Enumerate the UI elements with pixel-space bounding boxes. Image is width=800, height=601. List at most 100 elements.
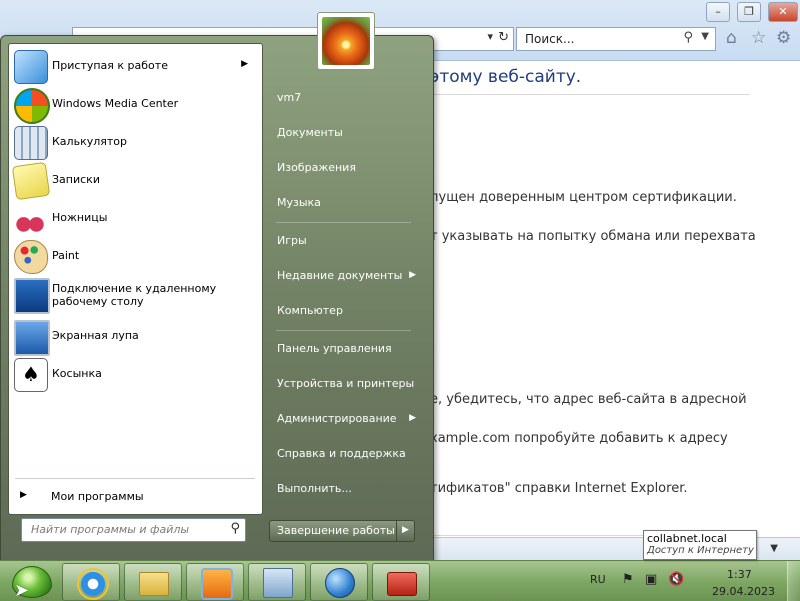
program-media-center[interactable]: Windows Media Center (9, 85, 262, 124)
refresh-icon[interactable]: ↻ (498, 30, 509, 45)
snipping-tool-icon (14, 202, 46, 234)
submenu-arrow-icon: ▶ (409, 413, 416, 423)
taskbar: RU ⚑ ▣ 🔇 1:37 29.04.2023 (0, 560, 800, 601)
link-documents[interactable]: Документы (262, 119, 422, 147)
browser-search-box[interactable]: Поиск... ⚲ ▼ (516, 27, 716, 51)
shutdown-button[interactable]: Завершение работы (269, 520, 399, 542)
program-sticky-notes[interactable]: Записки (9, 161, 262, 201)
taskbar-network[interactable] (310, 563, 368, 601)
start-search-placeholder: Найти программы и файлы (31, 523, 190, 536)
link-label: Документы (277, 126, 343, 139)
zoom-dropdown-icon[interactable]: ▼ (770, 543, 778, 554)
program-label: Windows Media Center (52, 97, 179, 110)
user-picture-flower-icon (322, 17, 370, 65)
solitaire-icon: ♠ (14, 358, 48, 392)
program-label: Экранная лупа (52, 329, 139, 342)
program-magnifier[interactable]: Экранная лупа (9, 317, 262, 356)
calculator-icon (14, 126, 48, 160)
program-getting-started[interactable]: Приступая к работе ▶ (9, 47, 262, 85)
network-status-icon[interactable]: ▣ (645, 572, 657, 587)
program-solitaire[interactable]: ♠ Косынка (9, 355, 262, 393)
show-desktop-button[interactable] (787, 561, 800, 601)
link-label: Музыка (277, 196, 321, 209)
link-label: Панель управления (277, 342, 392, 355)
maximize-button[interactable]: ❐ (737, 2, 761, 22)
tooltip-status: Доступ к Интернету (647, 545, 754, 556)
link-pictures[interactable]: Изображения (262, 154, 422, 182)
search-icon[interactable]: ⚲ (230, 521, 240, 536)
link-label: Компьютер (277, 304, 343, 317)
all-programs-button[interactable]: ▶ Мои программы (19, 487, 249, 507)
program-snipping-tool[interactable]: Ножницы (9, 199, 262, 237)
link-run[interactable]: Выполнить... (262, 475, 422, 503)
sticky-notes-icon (11, 161, 51, 201)
network-globe-icon (325, 568, 355, 598)
shutdown-options-button[interactable]: ▶ (396, 520, 415, 542)
program-label: Ножницы (52, 211, 108, 224)
clock-date[interactable]: 29.04.2023 (712, 585, 775, 598)
language-indicator[interactable]: RU (590, 573, 606, 586)
browser-search-placeholder: Поиск... (525, 32, 575, 46)
clock-time[interactable]: 1:37 (727, 568, 752, 581)
page-text-line-4: xample.com попробуйте добавить к адресу (430, 431, 728, 446)
toolbox-icon (387, 572, 417, 596)
link-label: Изображения (277, 161, 356, 174)
magnifier-icon (14, 320, 50, 356)
search-dropdown-icon[interactable]: ▼ (701, 31, 709, 42)
action-center-flag-icon[interactable]: ⚑ (622, 572, 634, 587)
links-separator (276, 222, 411, 223)
start-menu: Приступая к работе ▶ Windows Media Cente… (0, 12, 434, 562)
shutdown-arrow-icon: ▶ (402, 525, 409, 535)
home-icon[interactable]: ⌂ (726, 28, 737, 48)
search-icon[interactable]: ⚲ (683, 30, 693, 45)
network-tooltip: collabnet.local Доступ к Интернету (643, 530, 757, 560)
mouse-cursor-icon: ➤ (14, 580, 30, 601)
taskbar-internet-explorer[interactable] (62, 563, 120, 601)
program-label-line2: рабочему столу (52, 295, 144, 308)
page-text-line-3: е, убедитесь, что адрес веб-сайта в адре… (430, 392, 747, 407)
program-remote-desktop[interactable]: Подключение к удаленному рабочему столу (9, 275, 262, 317)
explorer-folder-icon (139, 572, 169, 596)
programs-pane: Приступая к работе ▶ Windows Media Cente… (8, 43, 263, 515)
start-search-input[interactable]: Найти программы и файлы ⚲ (21, 518, 246, 542)
content-frame (430, 94, 750, 536)
links-separator (276, 330, 411, 331)
taskbar-windows-explorer[interactable] (124, 563, 182, 601)
link-games[interactable]: Игры (262, 227, 422, 255)
volume-muted-icon[interactable]: 🔇 (668, 572, 684, 587)
internet-explorer-icon (77, 568, 109, 600)
link-administrative-tools[interactable]: Администрирование ▶ (262, 405, 422, 433)
paint-icon (14, 240, 48, 274)
submenu-arrow-icon: ▶ (409, 270, 416, 280)
user-picture[interactable] (317, 12, 375, 70)
link-help-support[interactable]: Справка и поддержка (262, 440, 422, 468)
link-user-vm7[interactable]: vm7 (262, 84, 422, 112)
address-dropdown-icon[interactable]: ▾ (487, 30, 493, 43)
all-programs-label: Мои программы (51, 490, 144, 503)
submenu-arrow-icon: ▶ (241, 59, 248, 69)
programs-separator (15, 478, 255, 479)
link-label: Устройства и принтеры (277, 377, 415, 390)
link-music[interactable]: Музыка (262, 189, 422, 217)
link-control-panel[interactable]: Панель управления (262, 335, 422, 363)
program-label: Калькулятор (52, 135, 127, 148)
taskbar-control-panel[interactable] (248, 563, 306, 601)
program-calculator[interactable]: Калькулятор (9, 123, 262, 161)
program-paint[interactable]: Paint (9, 237, 262, 275)
taskbar-media-player[interactable] (186, 563, 244, 601)
close-button[interactable]: ✕ (768, 2, 798, 22)
link-recent-documents[interactable]: Недавние документы ▶ (262, 262, 422, 290)
control-panel-icon (263, 568, 293, 598)
link-label: Справка и поддержка (277, 447, 406, 460)
taskbar-toolbox[interactable] (372, 563, 430, 601)
minimize-button[interactable]: – (706, 2, 730, 22)
tooltip-host: collabnet.local (647, 532, 727, 545)
favorites-star-icon[interactable]: ☆ (751, 28, 766, 48)
all-programs-arrow-icon: ▶ (20, 490, 27, 500)
program-label: Paint (52, 249, 80, 262)
link-devices-printers[interactable]: Устройства и принтеры (262, 370, 422, 398)
link-computer[interactable]: Компьютер (262, 297, 422, 325)
shutdown-label: Завершение работы (277, 524, 395, 537)
program-label: Подключение к удаленному (52, 282, 217, 295)
tools-gear-icon[interactable]: ⚙ (776, 28, 791, 48)
